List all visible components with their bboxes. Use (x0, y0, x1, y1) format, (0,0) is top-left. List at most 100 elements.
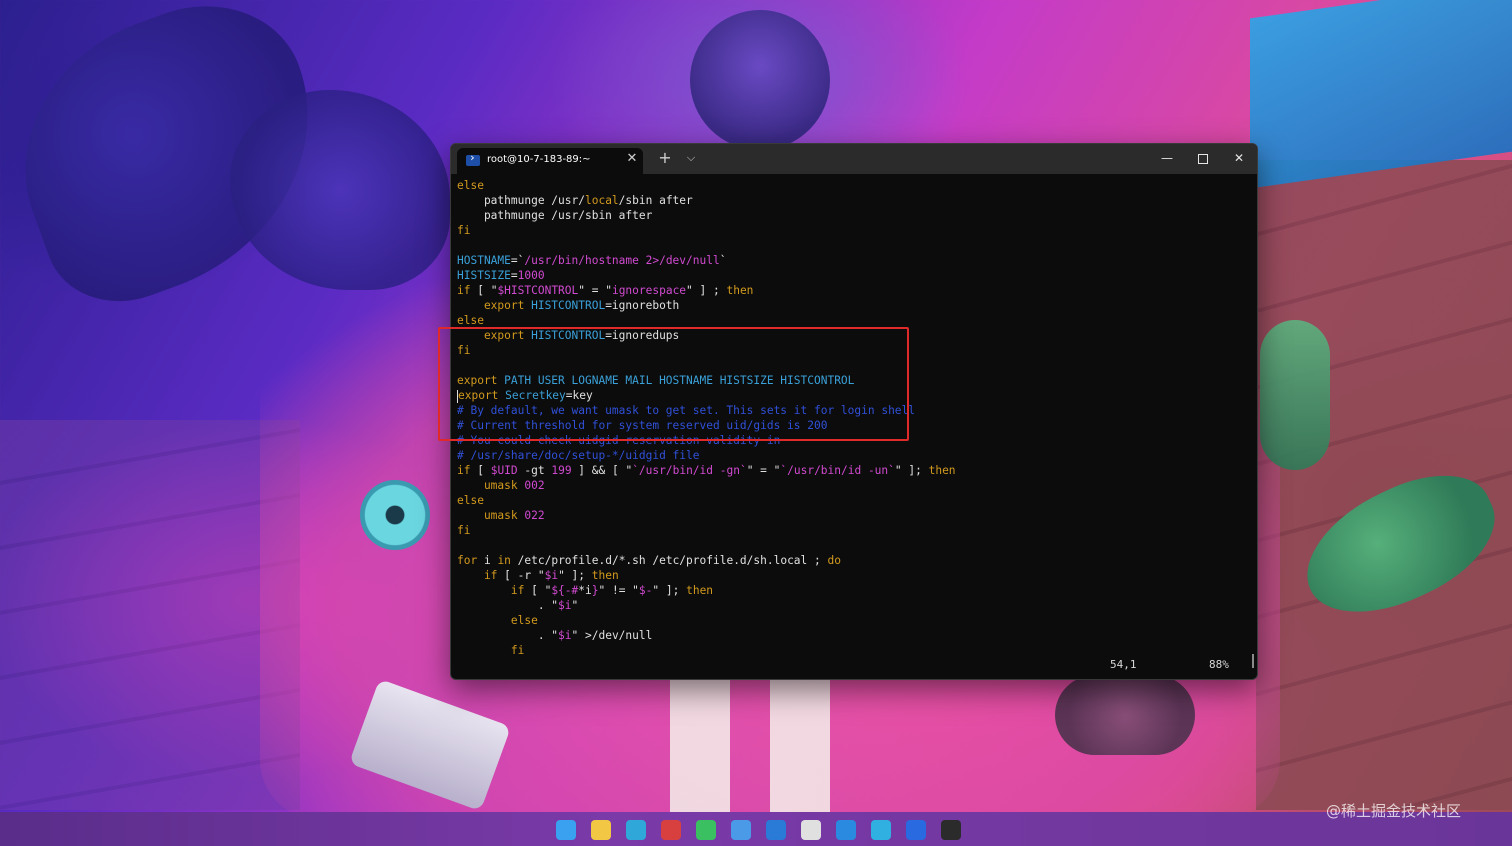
code-token: HISTCONTROL (531, 299, 606, 312)
code-token: " = " (578, 284, 612, 297)
maximize-icon (1198, 153, 1208, 164)
code-token: =` (510, 254, 525, 267)
terminal-titlebar[interactable]: root@10-7-183-89:~ ✕ + ⌵ — ✕ (451, 144, 1257, 174)
code-line: fi (457, 223, 1247, 238)
new-tab-button[interactable]: + (657, 150, 673, 166)
code-line: # /usr/share/doc/setup-*/uidgid file (457, 448, 1247, 463)
code-token: =ignoreboth (605, 299, 680, 312)
close-button[interactable]: ✕ (1221, 144, 1257, 172)
scroll-percent: 88% (1209, 658, 1229, 671)
terminal-icon[interactable] (941, 820, 961, 840)
code-token: " (571, 599, 579, 612)
tab-title: root@10-7-183-89:~ (487, 154, 591, 165)
code-line: for i in /etc/profile.d/*.sh /etc/profil… (457, 553, 1247, 568)
code-token: umask (457, 479, 525, 492)
code-token: $i (544, 569, 559, 582)
file-explorer-icon[interactable] (591, 820, 611, 840)
code-token: HISTSIZE (457, 269, 511, 282)
code-token: " = " (746, 464, 781, 477)
terminal-tab[interactable]: root@10-7-183-89:~ ✕ (457, 148, 643, 174)
code-line: . "$i" (457, 598, 1247, 613)
code-token: # /usr/share/doc/setup-*/uidgid file (457, 449, 700, 462)
code-token: ] && [ " (571, 464, 633, 477)
code-line: umask 002 (457, 478, 1247, 493)
wallpaper-gamepad (1055, 675, 1195, 755)
code-line: if [ $UID -gt 199 ] && [ "`/usr/bin/id -… (457, 463, 1247, 478)
code-token: fi (457, 644, 525, 657)
code-token: 002 (524, 479, 545, 492)
terminal-scrollbar[interactable] (1252, 654, 1254, 668)
code-token: ` (719, 254, 727, 267)
code-token: 1000 (517, 269, 545, 282)
app-star-icon[interactable] (906, 820, 926, 840)
cursor-position: 54,1 (1110, 658, 1137, 671)
code-token: else (457, 314, 484, 327)
feishu-icon[interactable] (731, 820, 751, 840)
code-token: do (827, 554, 841, 567)
tool-icon[interactable] (871, 820, 891, 840)
code-token: `/usr/bin/id -un` (780, 464, 895, 477)
vscode-icon[interactable] (836, 820, 856, 840)
code-token: fi (457, 524, 471, 537)
code-token: pathmunge /usr/ (457, 194, 585, 207)
code-token: . " (457, 599, 559, 612)
code-token: 199 (551, 464, 572, 477)
wallpaper-camera (348, 678, 512, 812)
minimize-button[interactable]: — (1149, 144, 1185, 172)
code-line: HISTSIZE=1000 (457, 268, 1247, 283)
code-token: . " (457, 629, 559, 642)
code-token: for (457, 554, 478, 567)
code-token: = (510, 269, 518, 282)
code-line: else (457, 313, 1247, 328)
code-token: i (477, 554, 498, 567)
code-line: pathmunge /usr/sbin after (457, 208, 1247, 223)
windows-start-icon[interactable] (556, 820, 576, 840)
code-token: $i (558, 629, 572, 642)
maps-icon[interactable] (766, 820, 786, 840)
code-token: $- (638, 584, 653, 597)
wps-icon[interactable] (661, 820, 681, 840)
code-token: if (457, 569, 498, 582)
code-token: else (457, 614, 538, 627)
wechat-icon[interactable] (696, 820, 716, 840)
code-line: umask 022 (457, 508, 1247, 523)
code-token: " ]; (652, 584, 687, 597)
edge-browser-icon[interactable] (626, 820, 646, 840)
vim-status-line: 54,1 88% (457, 658, 1251, 673)
wallpaper-character-head (690, 10, 830, 150)
code-token: ${-# (551, 584, 579, 597)
code-token: " ]; (558, 569, 592, 582)
code-token: if (457, 284, 471, 297)
code-token: " >/dev/null (571, 629, 653, 642)
taskbar (0, 812, 1512, 846)
code-token: " != " (598, 584, 639, 597)
maximize-button[interactable] (1185, 144, 1221, 172)
code-token: `/usr/bin/id -gn` (632, 464, 747, 477)
code-token: [ " (524, 584, 552, 597)
code-token: } (591, 584, 599, 597)
code-token: " ]; (894, 464, 929, 477)
code-token: then (686, 584, 714, 597)
chat-icon[interactable] (801, 820, 821, 840)
code-token: [ " (470, 284, 498, 297)
code-token: local (584, 194, 619, 207)
annotation-highlight-box (438, 327, 909, 441)
code-token: then (928, 464, 956, 477)
code-line: else (457, 178, 1247, 193)
tab-close-icon[interactable]: ✕ (625, 152, 639, 166)
wallpaper-slipper (1260, 320, 1330, 470)
code-line: if [ -r "$i" ]; then (457, 568, 1247, 583)
code-token: [ -r " (497, 569, 545, 582)
code-line: if [ "$HISTCONTROL" = "ignorespace" ] ; … (457, 283, 1247, 298)
tab-dropdown-icon[interactable]: ⌵ (683, 150, 699, 166)
code-token: /sbin after (618, 194, 693, 207)
wallpaper-floor-right (1256, 160, 1512, 810)
code-token: fi (457, 224, 471, 237)
code-line: pathmunge /usr/local/sbin after (457, 193, 1247, 208)
code-token: in (497, 554, 511, 567)
code-token: umask (457, 509, 525, 522)
code-token: pathmunge /usr/sbin after (457, 209, 653, 222)
code-token: if (457, 464, 471, 477)
